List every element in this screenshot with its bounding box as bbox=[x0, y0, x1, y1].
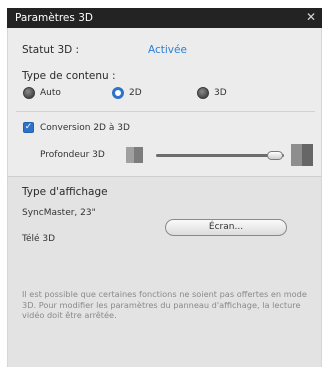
conversion-checkbox[interactable]: ✓ bbox=[23, 122, 34, 133]
title-bar[interactable]: Paramètres 3D ✕ bbox=[7, 8, 322, 28]
depth-slider-track[interactable] bbox=[156, 154, 284, 157]
display-panel: Type d'affichage SyncMaster, 23" Télé 3D… bbox=[7, 176, 322, 367]
screen-button[interactable]: Écran... bbox=[165, 219, 287, 236]
display-device-secondary: Télé 3D bbox=[22, 234, 56, 244]
status-label: Statut 3D : bbox=[22, 44, 80, 56]
radio-2d-button[interactable] bbox=[112, 87, 124, 99]
status-value: Activée bbox=[148, 44, 187, 56]
conversion-label: Conversion 2D à 3D bbox=[40, 123, 130, 133]
radio-3d-button[interactable] bbox=[197, 87, 209, 99]
content-type-heading: Type de contenu : bbox=[22, 70, 116, 82]
radio-auto-label: Auto bbox=[40, 88, 61, 98]
divider bbox=[16, 111, 315, 112]
radio-auto-button[interactable] bbox=[23, 87, 35, 99]
settings-3d-dialog: Paramètres 3D ✕ Statut 3D : Activée Type… bbox=[0, 0, 328, 367]
depth-label: Profondeur 3D bbox=[40, 150, 105, 160]
radio-2d-label: 2D bbox=[129, 88, 142, 98]
close-icon[interactable]: ✕ bbox=[306, 10, 316, 24]
info-note: Il est possible que certaines fonctions … bbox=[22, 289, 307, 320]
window-title: Paramètres 3D bbox=[15, 12, 93, 24]
depth-min-icon bbox=[126, 147, 143, 163]
display-device-primary: SyncMaster, 23" bbox=[22, 208, 96, 218]
depth-max-icon bbox=[291, 144, 313, 166]
depth-slider-thumb[interactable] bbox=[267, 151, 284, 160]
display-type-heading: Type d'affichage bbox=[22, 186, 108, 198]
radio-3d-label: 3D bbox=[214, 88, 227, 98]
